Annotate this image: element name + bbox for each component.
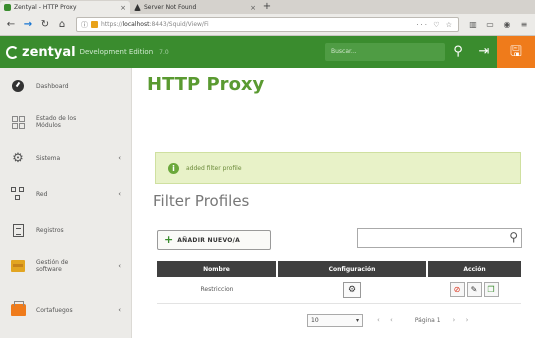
menu-icon[interactable]: ≡ [517,18,531,32]
profiles-table: Nombre Configuración Acción Restriccion … [157,261,521,304]
chevron-down-icon: ▾ [355,316,359,324]
sidebar-item-firewall[interactable]: Cortafuegos ‹ [0,292,131,328]
close-tab-icon[interactable]: × [250,4,256,12]
sidebar: Dashboard Estado de los Módulos ⚙ Sistem… [0,68,132,338]
back-icon[interactable]: ← [4,18,18,32]
clone-icon[interactable]: ❐ [483,282,499,298]
edit-pencil-icon[interactable]: ✎ [466,282,482,298]
dashboard-icon [10,78,26,94]
browser-toolbar: ← → ↻ ⌂ ⓘ https://localhost:8443/Squid/V… [0,14,535,36]
next-page-icons[interactable]: › › [453,316,473,324]
section-title: Filter Profiles [153,192,250,210]
header-search-input[interactable]: Buscar... [325,43,445,61]
save-changes-button[interactable]: 🖫 [497,36,535,68]
actions-cell: ⊘ ✎ ❐ [427,277,521,304]
column-header-configuration: Configuración [277,261,428,277]
home-icon[interactable]: ⌂ [55,18,69,32]
chevron-left-icon: ‹ [118,154,121,162]
main-content: HTTP Proxy i added filter profile Filter… [133,68,535,338]
network-icon [10,186,26,202]
search-icon[interactable]: ⚲ [445,36,471,68]
reload-icon[interactable]: ↻ [38,18,52,32]
browser-tab-active[interactable]: Zentyal - HTTP Proxy × [0,1,130,14]
notice-text: added filter profile [186,164,242,172]
configuration-cell: ⚙ [277,277,427,304]
tab-title: Zentyal - HTTP Proxy [14,4,77,11]
configure-gear-icon[interactable]: ⚙ [343,281,361,298]
zentyal-favicon-icon [4,4,11,11]
insecure-lock-icon[interactable] [91,21,98,28]
edition-label: Development Edition [79,48,154,56]
close-tab-icon[interactable]: × [120,4,126,12]
sidebar-icon[interactable]: ▭ [483,18,497,32]
firewall-icon [10,301,26,318]
page-size-select[interactable]: 10 ▾ [307,313,363,327]
table-row: Restriccion ⚙ ⊘ ✎ ❐ [157,277,521,304]
gear-icon: ⚙ [12,150,24,166]
package-icon [10,258,26,274]
chevron-left-icon: ‹ [118,190,121,198]
table-search[interactable]: ⚲ [357,228,522,252]
logout-icon[interactable]: ⇥ [471,36,497,68]
url-text[interactable]: https://localhost:8443/Squid/View/Fi [101,21,413,28]
delete-icon[interactable]: ⊘ [449,282,465,298]
plus-icon: + [164,233,174,246]
browser-tab[interactable]: Server Not Found × [130,1,260,14]
browser-tab-strip: Zentyal - HTTP Proxy × Server Not Found … [0,0,535,14]
app-header: zentyal Development Edition 7.0 Buscar..… [0,36,535,68]
search-icon[interactable]: ⚲ [509,230,518,244]
sidebar-item-network[interactable]: Red ‹ [0,176,131,212]
sidebar-item-software[interactable]: Gestión de software ‹ [0,248,131,284]
sidebar-item-logs[interactable]: Registros [0,212,131,248]
info-icon[interactable]: ⓘ [81,20,88,30]
success-notice: i added filter profile [155,152,521,184]
save-icon: 🖫 [510,44,522,60]
page-indicator: Página 1 [414,316,441,324]
new-tab-button[interactable]: + [260,1,274,14]
zentyal-logo-icon [6,45,19,59]
pagination: 10 ▾ ‹ ‹ Página 1 › › [157,312,521,328]
zentyal-logo[interactable]: zentyal [6,45,76,60]
prev-page-icons[interactable]: ‹ ‹ [377,316,397,324]
add-new-button[interactable]: + AÑADIR NUEVO/A [157,230,271,250]
library-icon[interactable]: ▥ [466,18,480,32]
sidebar-item-modules[interactable]: Estado de los Módulos [0,104,131,140]
tab-title: Server Not Found [144,4,197,11]
info-icon: i [168,162,179,174]
extension-icon[interactable]: ◉ [500,18,514,32]
chevron-left-icon: ‹ [118,306,121,314]
sidebar-item-system[interactable]: ⚙ Sistema ‹ [0,140,131,176]
table-search-input[interactable] [358,233,498,252]
page-actions[interactable]: ··· ♡ ☆ [416,21,454,29]
forward-icon[interactable]: → [21,18,35,32]
sidebar-item-dashboard[interactable]: Dashboard [0,68,131,104]
column-header-action: Acción [427,261,521,277]
logs-icon [10,222,26,238]
modules-icon [10,114,26,130]
warning-favicon-icon [134,4,141,11]
profile-name: Restriccion [157,277,277,304]
page-title: HTTP Proxy [147,74,265,95]
chevron-left-icon: ‹ [118,262,121,270]
column-header-name[interactable]: Nombre [157,261,278,277]
url-bar[interactable]: ⓘ https://localhost:8443/Squid/View/Fi ·… [76,17,459,32]
edition-version: 7.0 [159,48,169,56]
